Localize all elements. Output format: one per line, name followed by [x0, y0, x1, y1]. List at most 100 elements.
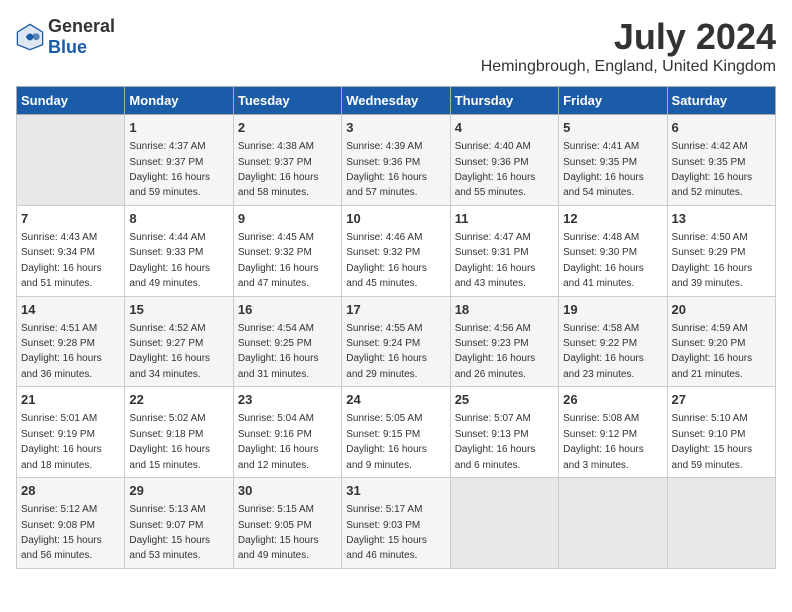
day-cell: 20 Sunrise: 4:59 AM Sunset: 9:20 PM Dayli… — [667, 296, 775, 387]
day-info: Sunrise: 4:45 AM Sunset: 9:32 PM Dayligh… — [238, 232, 319, 289]
day-cell: 17 Sunrise: 4:55 AM Sunset: 9:24 PM Dayli… — [342, 296, 450, 387]
day-info: Sunrise: 5:04 AM Sunset: 9:16 PM Dayligh… — [238, 413, 319, 470]
day-info: Sunrise: 4:47 AM Sunset: 9:31 PM Dayligh… — [455, 232, 536, 289]
day-number: 4 — [455, 119, 554, 137]
day-info: Sunrise: 4:52 AM Sunset: 9:27 PM Dayligh… — [129, 323, 210, 380]
day-number: 21 — [21, 391, 120, 409]
day-cell: 13 Sunrise: 4:50 AM Sunset: 9:29 PM Dayli… — [667, 205, 775, 296]
day-info: Sunrise: 5:01 AM Sunset: 9:19 PM Dayligh… — [21, 413, 102, 470]
day-cell: 31 Sunrise: 5:17 AM Sunset: 9:03 PM Dayli… — [342, 478, 450, 569]
day-number: 31 — [346, 482, 445, 500]
day-cell — [667, 478, 775, 569]
day-number: 22 — [129, 391, 228, 409]
day-cell: 15 Sunrise: 4:52 AM Sunset: 9:27 PM Dayli… — [125, 296, 233, 387]
day-info: Sunrise: 4:58 AM Sunset: 9:22 PM Dayligh… — [563, 323, 644, 380]
day-number: 8 — [129, 210, 228, 228]
column-header-friday: Friday — [559, 87, 667, 115]
day-number: 1 — [129, 119, 228, 137]
day-number: 2 — [238, 119, 337, 137]
day-cell: 25Sunrise: 5:07 AM Sunset: 9:13 PM Dayli… — [450, 387, 558, 478]
day-info: Sunrise: 4:48 AM Sunset: 9:30 PM Dayligh… — [563, 232, 644, 289]
week-row-3: 14Sunrise: 4:51 AM Sunset: 9:28 PM Dayli… — [17, 296, 776, 387]
day-cell: 1 Sunrise: 4:37 AM Sunset: 9:37 PM Daylig… — [125, 115, 233, 206]
day-cell: 18 Sunrise: 4:56 AM Sunset: 9:23 PM Dayli… — [450, 296, 558, 387]
day-number: 12 — [563, 210, 662, 228]
day-info: Sunrise: 4:42 AM Sunset: 9:35 PM Dayligh… — [672, 141, 753, 198]
logo-text: General Blue — [48, 16, 115, 58]
column-header-tuesday: Tuesday — [233, 87, 341, 115]
day-number: 13 — [672, 210, 771, 228]
day-cell: 30 Sunrise: 5:15 AM Sunset: 9:05 PM Dayli… — [233, 478, 341, 569]
day-number: 28 — [21, 482, 120, 500]
day-cell: 7 Sunrise: 4:43 AM Sunset: 9:34 PM Daylig… — [17, 205, 125, 296]
day-cell: 24Sunrise: 5:05 AM Sunset: 9:15 PM Dayli… — [342, 387, 450, 478]
week-row-4: 21 Sunrise: 5:01 AM Sunset: 9:19 PM Dayli… — [17, 387, 776, 478]
day-info: Sunrise: 4:46 AM Sunset: 9:32 PM Dayligh… — [346, 232, 427, 289]
day-number: 3 — [346, 119, 445, 137]
day-number: 30 — [238, 482, 337, 500]
day-cell: 22 Sunrise: 5:02 AM Sunset: 9:18 PM Dayli… — [125, 387, 233, 478]
day-number: 15 — [129, 301, 228, 319]
day-cell: 19 Sunrise: 4:58 AM Sunset: 9:22 PM Dayli… — [559, 296, 667, 387]
day-info: Sunrise: 5:05 AM Sunset: 9:15 PM Dayligh… — [346, 413, 427, 470]
logo-icon — [16, 23, 44, 51]
day-info: Sunrise: 4:40 AM Sunset: 9:36 PM Dayligh… — [455, 141, 536, 198]
column-header-thursday: Thursday — [450, 87, 558, 115]
day-number: 9 — [238, 210, 337, 228]
day-number: 23 — [238, 391, 337, 409]
day-info: Sunrise: 4:55 AM Sunset: 9:24 PM Dayligh… — [346, 323, 427, 380]
day-info: Sunrise: 4:39 AM Sunset: 9:36 PM Dayligh… — [346, 141, 427, 198]
day-info: Sunrise: 4:43 AM Sunset: 9:34 PM Dayligh… — [21, 232, 102, 289]
column-header-monday: Monday — [125, 87, 233, 115]
logo-blue: Blue — [48, 37, 87, 57]
day-number: 18 — [455, 301, 554, 319]
day-info: Sunrise: 5:12 AM Sunset: 9:08 PM Dayligh… — [21, 504, 102, 561]
day-cell: 6Sunrise: 4:42 AM Sunset: 9:35 PM Daylig… — [667, 115, 775, 206]
day-info: Sunrise: 4:41 AM Sunset: 9:35 PM Dayligh… — [563, 141, 644, 198]
logo-general: General — [48, 16, 115, 36]
day-info: Sunrise: 5:17 AM Sunset: 9:03 PM Dayligh… — [346, 504, 427, 561]
day-cell — [450, 478, 558, 569]
day-cell: 28 Sunrise: 5:12 AM Sunset: 9:08 PM Dayli… — [17, 478, 125, 569]
day-info: Sunrise: 4:37 AM Sunset: 9:37 PM Dayligh… — [129, 141, 210, 198]
column-header-wednesday: Wednesday — [342, 87, 450, 115]
day-cell: 8 Sunrise: 4:44 AM Sunset: 9:33 PM Daylig… — [125, 205, 233, 296]
day-info: Sunrise: 4:59 AM Sunset: 9:20 PM Dayligh… — [672, 323, 753, 380]
day-cell: 23 Sunrise: 5:04 AM Sunset: 9:16 PM Dayli… — [233, 387, 341, 478]
day-number: 29 — [129, 482, 228, 500]
day-cell: 4 Sunrise: 4:40 AM Sunset: 9:36 PM Daylig… — [450, 115, 558, 206]
header-row: SundayMondayTuesdayWednesdayThursdayFrid… — [17, 87, 776, 115]
day-number: 25 — [455, 391, 554, 409]
column-header-saturday: Saturday — [667, 87, 775, 115]
location: Hemingbrough, England, United Kingdom — [481, 58, 776, 76]
day-cell: 27Sunrise: 5:10 AM Sunset: 9:10 PM Dayli… — [667, 387, 775, 478]
day-cell — [559, 478, 667, 569]
day-info: Sunrise: 5:08 AM Sunset: 9:12 PM Dayligh… — [563, 413, 644, 470]
day-number: 11 — [455, 210, 554, 228]
day-number: 7 — [21, 210, 120, 228]
logo: General Blue — [16, 16, 115, 58]
day-info: Sunrise: 4:50 AM Sunset: 9:29 PM Dayligh… — [672, 232, 753, 289]
week-row-1: 1 Sunrise: 4:37 AM Sunset: 9:37 PM Daylig… — [17, 115, 776, 206]
day-info: Sunrise: 4:56 AM Sunset: 9:23 PM Dayligh… — [455, 323, 536, 380]
day-cell: 16Sunrise: 4:54 AM Sunset: 9:25 PM Dayli… — [233, 296, 341, 387]
day-cell: 2Sunrise: 4:38 AM Sunset: 9:37 PM Daylig… — [233, 115, 341, 206]
calendar-table: SundayMondayTuesdayWednesdayThursdayFrid… — [16, 86, 776, 569]
day-number: 17 — [346, 301, 445, 319]
day-info: Sunrise: 4:44 AM Sunset: 9:33 PM Dayligh… — [129, 232, 210, 289]
day-cell: 21 Sunrise: 5:01 AM Sunset: 9:19 PM Dayli… — [17, 387, 125, 478]
day-info: Sunrise: 5:10 AM Sunset: 9:10 PM Dayligh… — [672, 413, 753, 470]
column-header-sunday: Sunday — [17, 87, 125, 115]
day-cell: 5Sunrise: 4:41 AM Sunset: 9:35 PM Daylig… — [559, 115, 667, 206]
day-number: 19 — [563, 301, 662, 319]
day-number: 14 — [21, 301, 120, 319]
day-cell: 9 Sunrise: 4:45 AM Sunset: 9:32 PM Daylig… — [233, 205, 341, 296]
day-info: Sunrise: 5:13 AM Sunset: 9:07 PM Dayligh… — [129, 504, 210, 561]
month-year: July 2024 — [481, 16, 776, 58]
day-number: 20 — [672, 301, 771, 319]
week-row-5: 28 Sunrise: 5:12 AM Sunset: 9:08 PM Dayli… — [17, 478, 776, 569]
day-cell: 11 Sunrise: 4:47 AM Sunset: 9:31 PM Dayli… — [450, 205, 558, 296]
day-number: 10 — [346, 210, 445, 228]
day-info: Sunrise: 5:15 AM Sunset: 9:05 PM Dayligh… — [238, 504, 319, 561]
day-info: Sunrise: 5:02 AM Sunset: 9:18 PM Dayligh… — [129, 413, 210, 470]
